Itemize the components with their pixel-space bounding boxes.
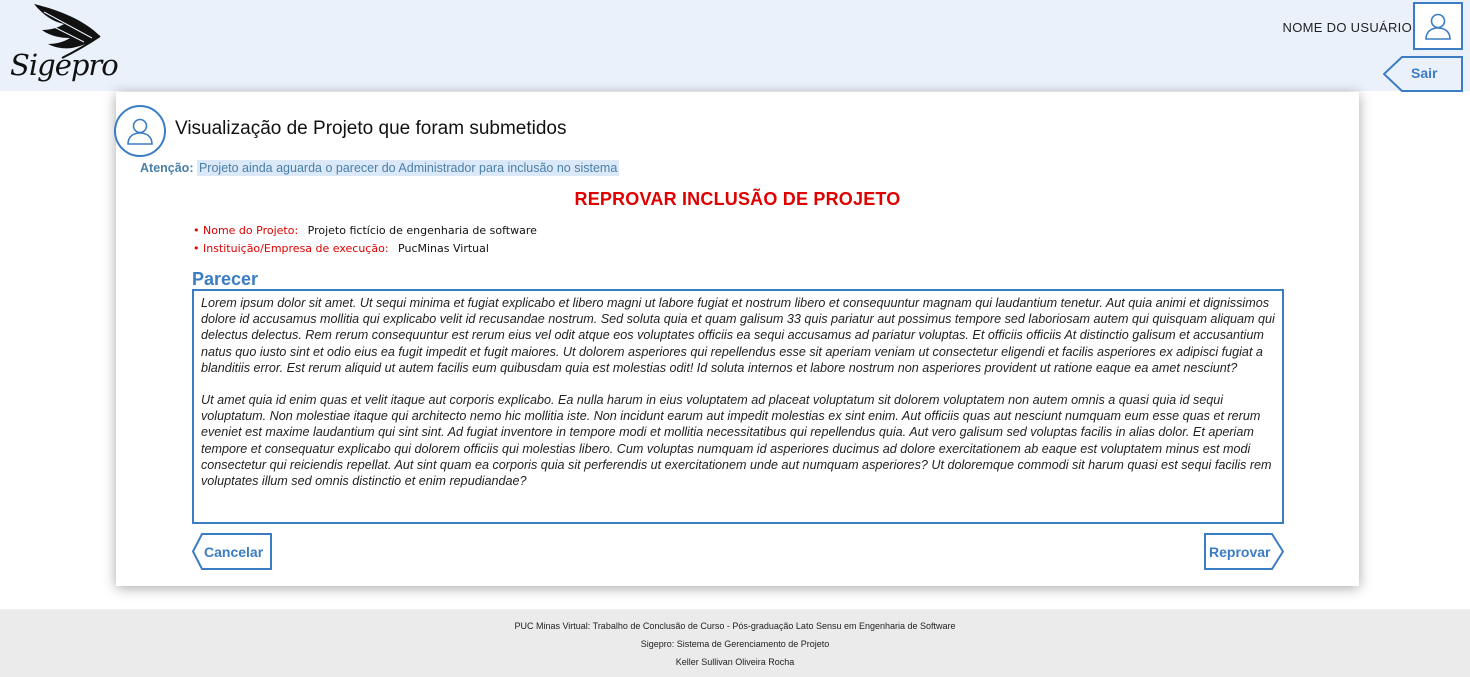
user-avatar[interactable] — [1413, 2, 1463, 50]
cancel-label: Cancelar — [204, 544, 264, 560]
reject-button[interactable]: Reprovar — [1204, 533, 1284, 570]
footer-line-2: Sigepro: Sistema de Gerenciamento de Pro… — [640, 639, 830, 649]
logo-text: Sigepro — [10, 48, 119, 82]
logout-label: Sair — [1411, 65, 1438, 81]
attention-label: Atenção: — [140, 161, 194, 175]
project-review-card: Visualização de Projeto que foram submet… — [114, 92, 1359, 586]
attention-message: Projeto ainda aguarda o parecer do Admin… — [196, 160, 620, 176]
user-icon — [1425, 13, 1451, 40]
username-label: NOME DO USUÁRIO — [1282, 20, 1412, 35]
logout-button[interactable]: Sair — [1383, 56, 1463, 92]
top-header: Sigepro NOME DO USUÁRIO Sair — [0, 0, 1470, 92]
user-icon — [127, 118, 153, 145]
institution-row: • Instituição/Empresa de execução: PucMi… — [193, 242, 489, 255]
project-name-label: • Nome do Projeto: — [193, 224, 299, 237]
page-title: Visualização de Projeto que foram submet… — [175, 118, 567, 139]
parecer-heading: Parecer — [192, 269, 259, 289]
footer-line-3: Keller Sullivan Oliveira Rocha — [675, 657, 795, 667]
institution-value: PucMinas Virtual — [398, 242, 489, 255]
project-name-value: Projeto fictício de engenharia de softwa… — [307, 224, 537, 237]
parecer-textarea[interactable]: Lorem ipsum dolor sit amet. Ut sequi min… — [192, 289, 1284, 524]
action-title: REPROVAR INCLUSÃO DE PROJETO — [574, 189, 901, 209]
attention-notice: Atenção: Projeto ainda aguarda o parecer… — [140, 160, 620, 176]
parecer-paragraph-2: Ut amet quia id enim quas et velit itaqu… — [201, 393, 1272, 489]
institution-label: • Instituição/Empresa de execução: — [193, 242, 389, 255]
reject-label: Reprovar — [1209, 544, 1271, 560]
project-avatar — [114, 105, 166, 157]
parecer-paragraph-1: Lorem ipsum dolor sit amet. Ut sequi min… — [201, 296, 1275, 375]
project-name-row: • Nome do Projeto: Projeto fictício de e… — [193, 224, 537, 237]
footer-line-1: PUC Minas Virtual: Trabalho de Conclusão… — [514, 621, 956, 631]
sigepro-logo[interactable]: Sigepro — [4, 2, 119, 88]
cancel-button[interactable]: Cancelar — [192, 533, 272, 570]
page-footer: PUC Minas Virtual: Trabalho de Conclusão… — [0, 609, 1470, 677]
